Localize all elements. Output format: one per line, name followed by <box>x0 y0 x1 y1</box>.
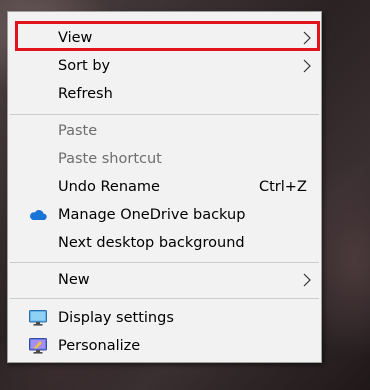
menu-item-label: Manage OneDrive backup <box>58 207 246 223</box>
menu-separator <box>10 114 319 115</box>
menu-item-display-settings[interactable]: Display settings <box>8 304 321 332</box>
chevron-right-icon <box>303 59 311 73</box>
menu-item-label: Display settings <box>58 310 174 326</box>
display-monitor-icon <box>29 310 47 326</box>
menu-item-label: New <box>58 272 90 288</box>
menu-item-label: Next desktop background <box>58 235 245 251</box>
desktop-context-menu: View Sort by Refresh Paste Paste shortcu… <box>7 11 322 363</box>
menu-item-label: Sort by <box>58 58 111 74</box>
menu-separator <box>10 262 319 263</box>
menu-item-undo-rename[interactable]: Undo Rename Ctrl+Z <box>8 173 321 201</box>
personalize-icon <box>29 338 47 354</box>
menu-item-paste: Paste <box>8 117 321 145</box>
menu-item-manage-onedrive-backup[interactable]: Manage OneDrive backup <box>8 201 321 229</box>
menu-item-personalize[interactable]: Personalize <box>8 332 321 360</box>
menu-item-label: Paste <box>58 123 98 139</box>
onedrive-cloud-icon <box>30 210 47 220</box>
menu-item-label: View <box>58 30 93 46</box>
menu-item-refresh[interactable]: Refresh <box>8 80 321 108</box>
menu-item-new[interactable]: New <box>8 266 321 294</box>
menu-item-shortcut: Ctrl+Z <box>259 179 307 195</box>
chevron-right-icon <box>303 31 311 45</box>
menu-item-label: Paste shortcut <box>58 151 162 167</box>
menu-item-view[interactable]: View <box>8 24 321 52</box>
menu-separator <box>10 298 319 299</box>
menu-item-label: Refresh <box>58 86 113 102</box>
menu-item-label: Personalize <box>58 338 141 354</box>
menu-item-sort-by[interactable]: Sort by <box>8 52 321 80</box>
chevron-right-icon <box>303 273 311 287</box>
menu-item-label: Undo Rename <box>58 179 160 195</box>
menu-item-next-desktop-background[interactable]: Next desktop background <box>8 229 321 257</box>
menu-item-paste-shortcut: Paste shortcut <box>8 145 321 173</box>
